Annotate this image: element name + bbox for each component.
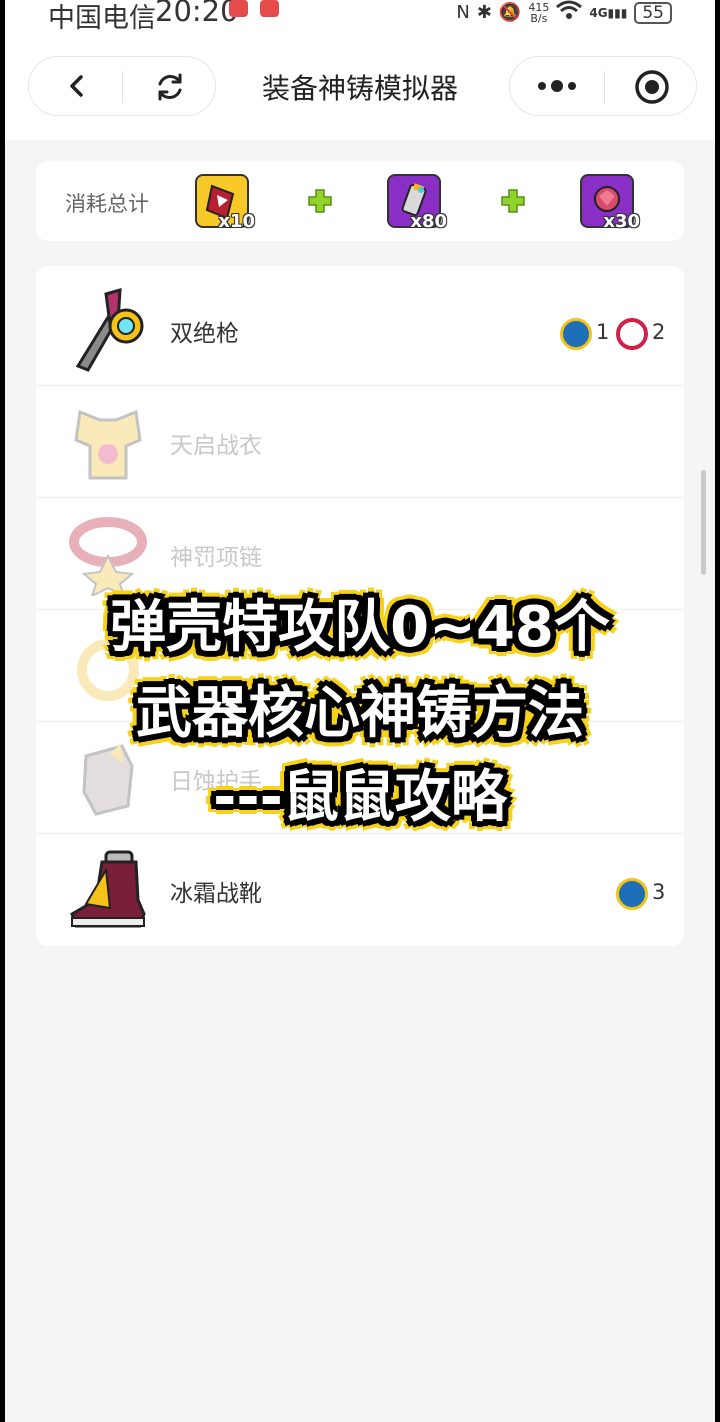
clock: 20:20 bbox=[155, 0, 239, 28]
scrollbar[interactable] bbox=[701, 470, 706, 575]
chip-count: 3 bbox=[652, 880, 666, 904]
bluetooth-icon: ✱ bbox=[476, 2, 492, 23]
mute-icon: 🔕 bbox=[498, 2, 522, 23]
battery-indicator: 55 bbox=[634, 1, 672, 24]
equipment-row-armor[interactable]: 天启战衣 bbox=[36, 386, 684, 498]
notification-badge-icon bbox=[260, 0, 279, 17]
canister-icon: x80 bbox=[387, 174, 447, 232]
cost-summary-card: 消耗总计 x10 x80 x30 bbox=[36, 161, 684, 241]
equipment-name: 双绝枪 bbox=[170, 321, 239, 347]
gem-purple-icon: x30 bbox=[580, 174, 640, 232]
chip-count: 1 bbox=[596, 320, 610, 344]
summary-label: 消耗总计 bbox=[65, 192, 149, 216]
carrier-label: 中国电信 bbox=[48, 3, 156, 34]
red-core-chip-icon bbox=[616, 318, 648, 350]
plus-icon bbox=[501, 189, 525, 213]
more-button[interactable] bbox=[536, 75, 578, 97]
status-bar: 中国电信 20:20 N ✱ 🔕 415 B/s 4G▮▮▮ 55 bbox=[5, 0, 715, 40]
plus-icon bbox=[308, 189, 332, 213]
blue-core-chip-icon bbox=[560, 318, 592, 350]
nav-bar: 装备神铸模拟器 bbox=[5, 40, 715, 140]
boots-icon bbox=[70, 850, 146, 928]
notification-badge-icon bbox=[229, 0, 248, 17]
overlay-caption-line2: 武器核心神铸方法 bbox=[136, 681, 584, 746]
blue-core-chip-icon bbox=[616, 878, 648, 910]
status-icons: N ✱ 🔕 415 B/s 4G▮▮▮ 55 bbox=[456, 0, 672, 25]
equipment-row-dual-gun[interactable]: 双绝枪 1 2 bbox=[36, 274, 684, 386]
equipment-name: 神罚项链 bbox=[170, 545, 262, 571]
chip-count: 2 bbox=[652, 320, 666, 344]
armor-icon bbox=[74, 409, 142, 480]
more-dots-icon bbox=[538, 80, 576, 92]
signal-icon: 4G▮▮▮ bbox=[589, 5, 628, 20]
resource-count: x80 bbox=[410, 211, 447, 232]
equipment-row-necklace[interactable]: 神罚项链 bbox=[36, 498, 684, 610]
net-speed: 415 B/s bbox=[528, 0, 550, 25]
nav-right-capsule bbox=[509, 56, 697, 116]
close-miniapp-button[interactable] bbox=[634, 69, 670, 105]
equipment-name: 天启战衣 bbox=[170, 433, 262, 459]
necklace-icon bbox=[69, 517, 147, 596]
overlay-caption-line1: 弹壳特攻队0~48个 bbox=[110, 595, 610, 660]
weapon-gun-icon bbox=[75, 288, 144, 372]
nav-divider bbox=[604, 71, 605, 103]
equipment-name: 冰霜战靴 bbox=[170, 881, 262, 907]
resource-count: x10 bbox=[218, 211, 255, 232]
overlay-caption-line3: ---鼠鼠攻略 bbox=[213, 765, 507, 830]
core-red-icon: x10 bbox=[195, 174, 255, 232]
wifi-icon bbox=[556, 0, 583, 25]
nfc-icon: N bbox=[456, 2, 470, 23]
resource-count: x30 bbox=[603, 211, 640, 232]
target-circle-icon bbox=[635, 70, 669, 104]
equipment-row-boots[interactable]: 冰霜战靴 3 bbox=[36, 834, 684, 946]
